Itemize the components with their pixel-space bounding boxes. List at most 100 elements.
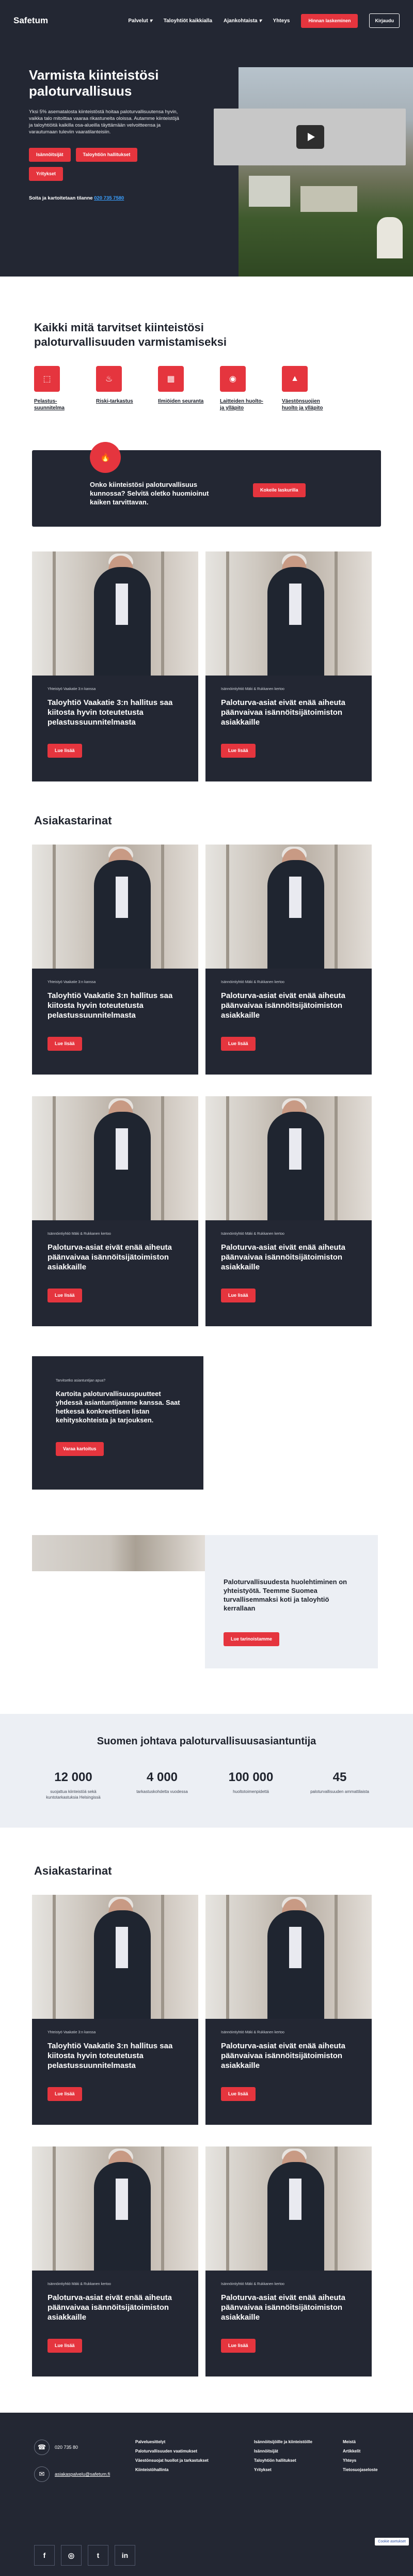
stat-item: 12 000 suojattua kiinteistöä sekä kuntota… bbox=[46, 1770, 101, 1800]
case-card[interactable]: Isännöintiyhtiö Mäki & Rukkanen kertoo Pa… bbox=[205, 2146, 372, 2376]
read-more-button[interactable]: Lue lisää bbox=[47, 2087, 82, 2101]
read-more-button[interactable]: Lue lisää bbox=[47, 1037, 82, 1051]
footer-link[interactable]: Yhteys bbox=[343, 2456, 377, 2465]
case-card-title: Taloyhtiö Vaakatie 3:n hallitus saa kiit… bbox=[47, 2042, 173, 2070]
footer-link[interactable]: Palveluesittelyt bbox=[135, 2437, 209, 2447]
cta-text: Onko kiinteistösi paloturvallisuus kunno… bbox=[90, 481, 209, 506]
footer-link[interactable]: Isännöitsijät bbox=[254, 2447, 312, 2456]
exit-sign-icon: ⬚ bbox=[34, 366, 60, 392]
footer-link[interactable]: Väestönsuojat huollot ja tarkastukset bbox=[135, 2456, 209, 2465]
menu-item-ajankohtaista[interactable]: Ajankohtaista ▾ bbox=[224, 18, 262, 24]
case-card[interactable]: Isännöintiyhtiö Mäki & Rukkanen kertoo Pa… bbox=[205, 551, 372, 781]
case-card[interactable]: Isännöintiyhtiö Mäki & Rukkanen kertoo Pa… bbox=[205, 1096, 372, 1326]
cooperation-text: Paloturvallisuudesta huolehtiminen on yh… bbox=[224, 1578, 347, 1612]
book-mapping-button[interactable]: Varaa kartoitus bbox=[56, 1442, 104, 1456]
case-card[interactable]: Yhteistyö Vaakatie 3:n kanssa Taloyhtiö V… bbox=[32, 1895, 198, 2125]
case-card[interactable]: Isännöintiyhtiö Mäki & Rukkanen kertoo Pa… bbox=[32, 2146, 198, 2376]
hero-text: Yksi 5% asematalosta kiinteistöstä hoita… bbox=[29, 109, 179, 135]
isannoitsijat-button[interactable]: Isännöitsijät bbox=[29, 148, 71, 162]
read-more-button[interactable]: Lue lisää bbox=[47, 744, 82, 758]
service-laitteiden-huolto[interactable]: ◉ Laitteiden huolto- ja ylläpito bbox=[220, 366, 267, 411]
stats-section: Suomen johtava paloturvallisuusasiantunt… bbox=[0, 1714, 413, 1828]
mapping-section: Tarvitsetko asiantuntijan apua? Kartoita… bbox=[0, 1356, 413, 1490]
case-card[interactable]: Yhteistyö Vaakatie 3:n kanssa Taloyhtiö V… bbox=[32, 845, 198, 1075]
service-ilmioiden-seuranta[interactable]: ▦ Ilmiöiden seuranta bbox=[158, 366, 205, 411]
yritykset-button[interactable]: Yritykset bbox=[29, 167, 63, 181]
footer-link[interactable]: Paloturvallisuuden vaatimukset bbox=[135, 2447, 209, 2456]
cooperation-section: Paloturvallisuudesta huolehtiminen on yh… bbox=[0, 1535, 413, 1668]
cta-calculator-button[interactable]: Kokeile laskurilla bbox=[253, 483, 306, 497]
footer-phone[interactable]: ☎ 020 735 80 bbox=[34, 2440, 78, 2455]
hero-section: Varmista kiinteistösi paloturvallisuus Y… bbox=[0, 41, 413, 277]
phone-icon: ☎ bbox=[34, 2440, 50, 2455]
mapping-title: Kartoita paloturvallisuuspuutteet yhdess… bbox=[56, 1390, 180, 1424]
case-photo bbox=[32, 551, 198, 676]
read-more-button[interactable]: Lue lisää bbox=[47, 2339, 82, 2353]
instagram-icon[interactable]: ◎ bbox=[61, 2545, 82, 2566]
read-more-button[interactable]: Lue lisää bbox=[221, 1037, 256, 1051]
case-card[interactable]: Isännöintiyhtiö Mäki & Rukkanen kertoo Pa… bbox=[32, 1096, 198, 1326]
read-more-button[interactable]: Lue lisää bbox=[47, 1289, 82, 1302]
footer-link[interactable]: Artikkelit bbox=[343, 2447, 377, 2456]
facebook-icon[interactable]: f bbox=[34, 2545, 55, 2566]
price-calculator-button[interactable]: Hinnan laskeminen bbox=[301, 13, 358, 28]
menu-item-taloyhtiot[interactable]: Taloyhtiöt kaikkialla bbox=[164, 18, 212, 24]
hero-image bbox=[214, 67, 413, 277]
warning-icon: ▲ bbox=[282, 366, 308, 392]
video-player[interactable] bbox=[214, 109, 406, 165]
services-section: Kaikki mitä tarvitset kiinteistösi palot… bbox=[0, 277, 413, 411]
building-icon: ▦ bbox=[158, 366, 184, 392]
case-card[interactable]: Yhteistyö Vaakatie 3:n kanssa Taloyhtiö V… bbox=[32, 551, 198, 781]
menu-item-palvelut[interactable]: Palvelut ▾ bbox=[128, 18, 152, 24]
logo[interactable]: Safetum bbox=[13, 16, 48, 26]
case-cards-grid-4: Isännöintiyhtiö Mäki & Rukkanen kertoo Pa… bbox=[0, 2146, 413, 2376]
read-stories-button[interactable]: Lue tarinoistamme bbox=[224, 1632, 280, 1646]
case-card-title: Paloturva-asiat eivät enää aiheuta päänv… bbox=[221, 991, 345, 1020]
case-stories-title-2: Asiakastarinat bbox=[34, 1864, 112, 1877]
footer-link[interactable]: Yritykset bbox=[254, 2465, 312, 2475]
service-vaestonsuojat[interactable]: ▲ Väestönsuojien huolto ja ylläpito bbox=[282, 366, 329, 411]
read-more-button[interactable]: Lue lisää bbox=[221, 2087, 256, 2101]
footer-link[interactable]: Taloyhtiön hallitukset bbox=[254, 2456, 312, 2465]
extinguisher-icon: ◉ bbox=[220, 366, 246, 392]
chevron-down-icon: ▾ bbox=[259, 18, 262, 24]
footer-link[interactable]: Meistä bbox=[343, 2437, 377, 2447]
footer-link[interactable]: Isännöitsijöille ja kiinteistöille bbox=[254, 2437, 312, 2447]
stat-item: 45 paloturvallisuuden ammattilaista bbox=[310, 1770, 369, 1794]
menu-item-yhteys[interactable]: Yhteys bbox=[273, 18, 290, 24]
case-card-title: Taloyhtiö Vaakatie 3:n hallitus saa kiit… bbox=[47, 698, 173, 727]
case-card[interactable]: Isännöintiyhtiö Mäki & Rukkanen kertoo Pa… bbox=[205, 1895, 372, 2125]
taloyhtion-hallitukset-button[interactable]: Taloyhtiön hallitukset bbox=[75, 148, 138, 162]
footer-link[interactable]: Tietosuojaseloste bbox=[343, 2465, 377, 2475]
cookie-settings-badge[interactable]: Cookie asetukset bbox=[375, 2538, 409, 2546]
play-icon[interactable] bbox=[296, 125, 324, 149]
case-cards-grid: Yhteistyö Vaakatie 3:n kanssa Taloyhtiö V… bbox=[0, 845, 413, 1075]
case-card-title: Taloyhtiö Vaakatie 3:n hallitus saa kiit… bbox=[47, 991, 173, 1020]
linkedin-icon[interactable]: in bbox=[115, 2545, 135, 2566]
read-more-button[interactable]: Lue lisää bbox=[221, 1289, 256, 1302]
case-card-title: Paloturva-asiat eivät enää aiheuta päänv… bbox=[47, 2293, 172, 2322]
services-title: Kaikki mitä tarvitset kiinteistösi palot… bbox=[34, 321, 227, 348]
footer-col-services: Palveluesittelyt Paloturvallisuuden vaati… bbox=[135, 2437, 209, 2475]
footer-email[interactable]: ✉ asiakaspalvelu@safetum.fi bbox=[34, 2466, 110, 2482]
case-card[interactable]: Isännöintiyhtiö Mäki & Rukkanen kertoo Pa… bbox=[205, 845, 372, 1075]
login-button[interactable]: Kirjaudu bbox=[369, 13, 400, 28]
service-riskitarkastus[interactable]: ♨ Riski-tarkastus bbox=[96, 366, 144, 411]
case-cards-grid-3: Yhteistyö Vaakatie 3:n kanssa Taloyhtiö V… bbox=[0, 1895, 413, 2125]
stat-item: 100 000 huoltotoimenpidettä bbox=[228, 1770, 274, 1794]
read-more-button[interactable]: Lue lisää bbox=[221, 2339, 256, 2353]
mail-icon: ✉ bbox=[34, 2466, 50, 2482]
read-more-button[interactable]: Lue lisää bbox=[221, 744, 256, 758]
social-links: f ◎ t in bbox=[34, 2545, 135, 2566]
top-navigation: Safetum Palvelut ▾ Taloyhtiöt kaikkialla … bbox=[0, 0, 413, 41]
fire-icon: 🔥 bbox=[90, 442, 121, 473]
main-menu: Palvelut ▾ Taloyhtiöt kaikkialla Ajankoht… bbox=[128, 13, 400, 28]
service-pelastussuunnitelma[interactable]: ⬚ Pelastus-suunnitelma bbox=[34, 366, 82, 411]
case-card-title: Paloturva-asiat eivät enää aiheuta päänv… bbox=[221, 2042, 345, 2070]
case-stories-title: Asiakastarinat bbox=[34, 814, 112, 827]
twitter-icon[interactable]: t bbox=[88, 2545, 108, 2566]
cooperation-photo bbox=[32, 1535, 205, 1571]
phone-link[interactable]: 020 735 7580 bbox=[94, 195, 124, 201]
case-card-title: Paloturva-asiat eivät enää aiheuta päänv… bbox=[47, 1243, 172, 1271]
footer-link[interactable]: Kiinteistöhallinta bbox=[135, 2465, 209, 2475]
